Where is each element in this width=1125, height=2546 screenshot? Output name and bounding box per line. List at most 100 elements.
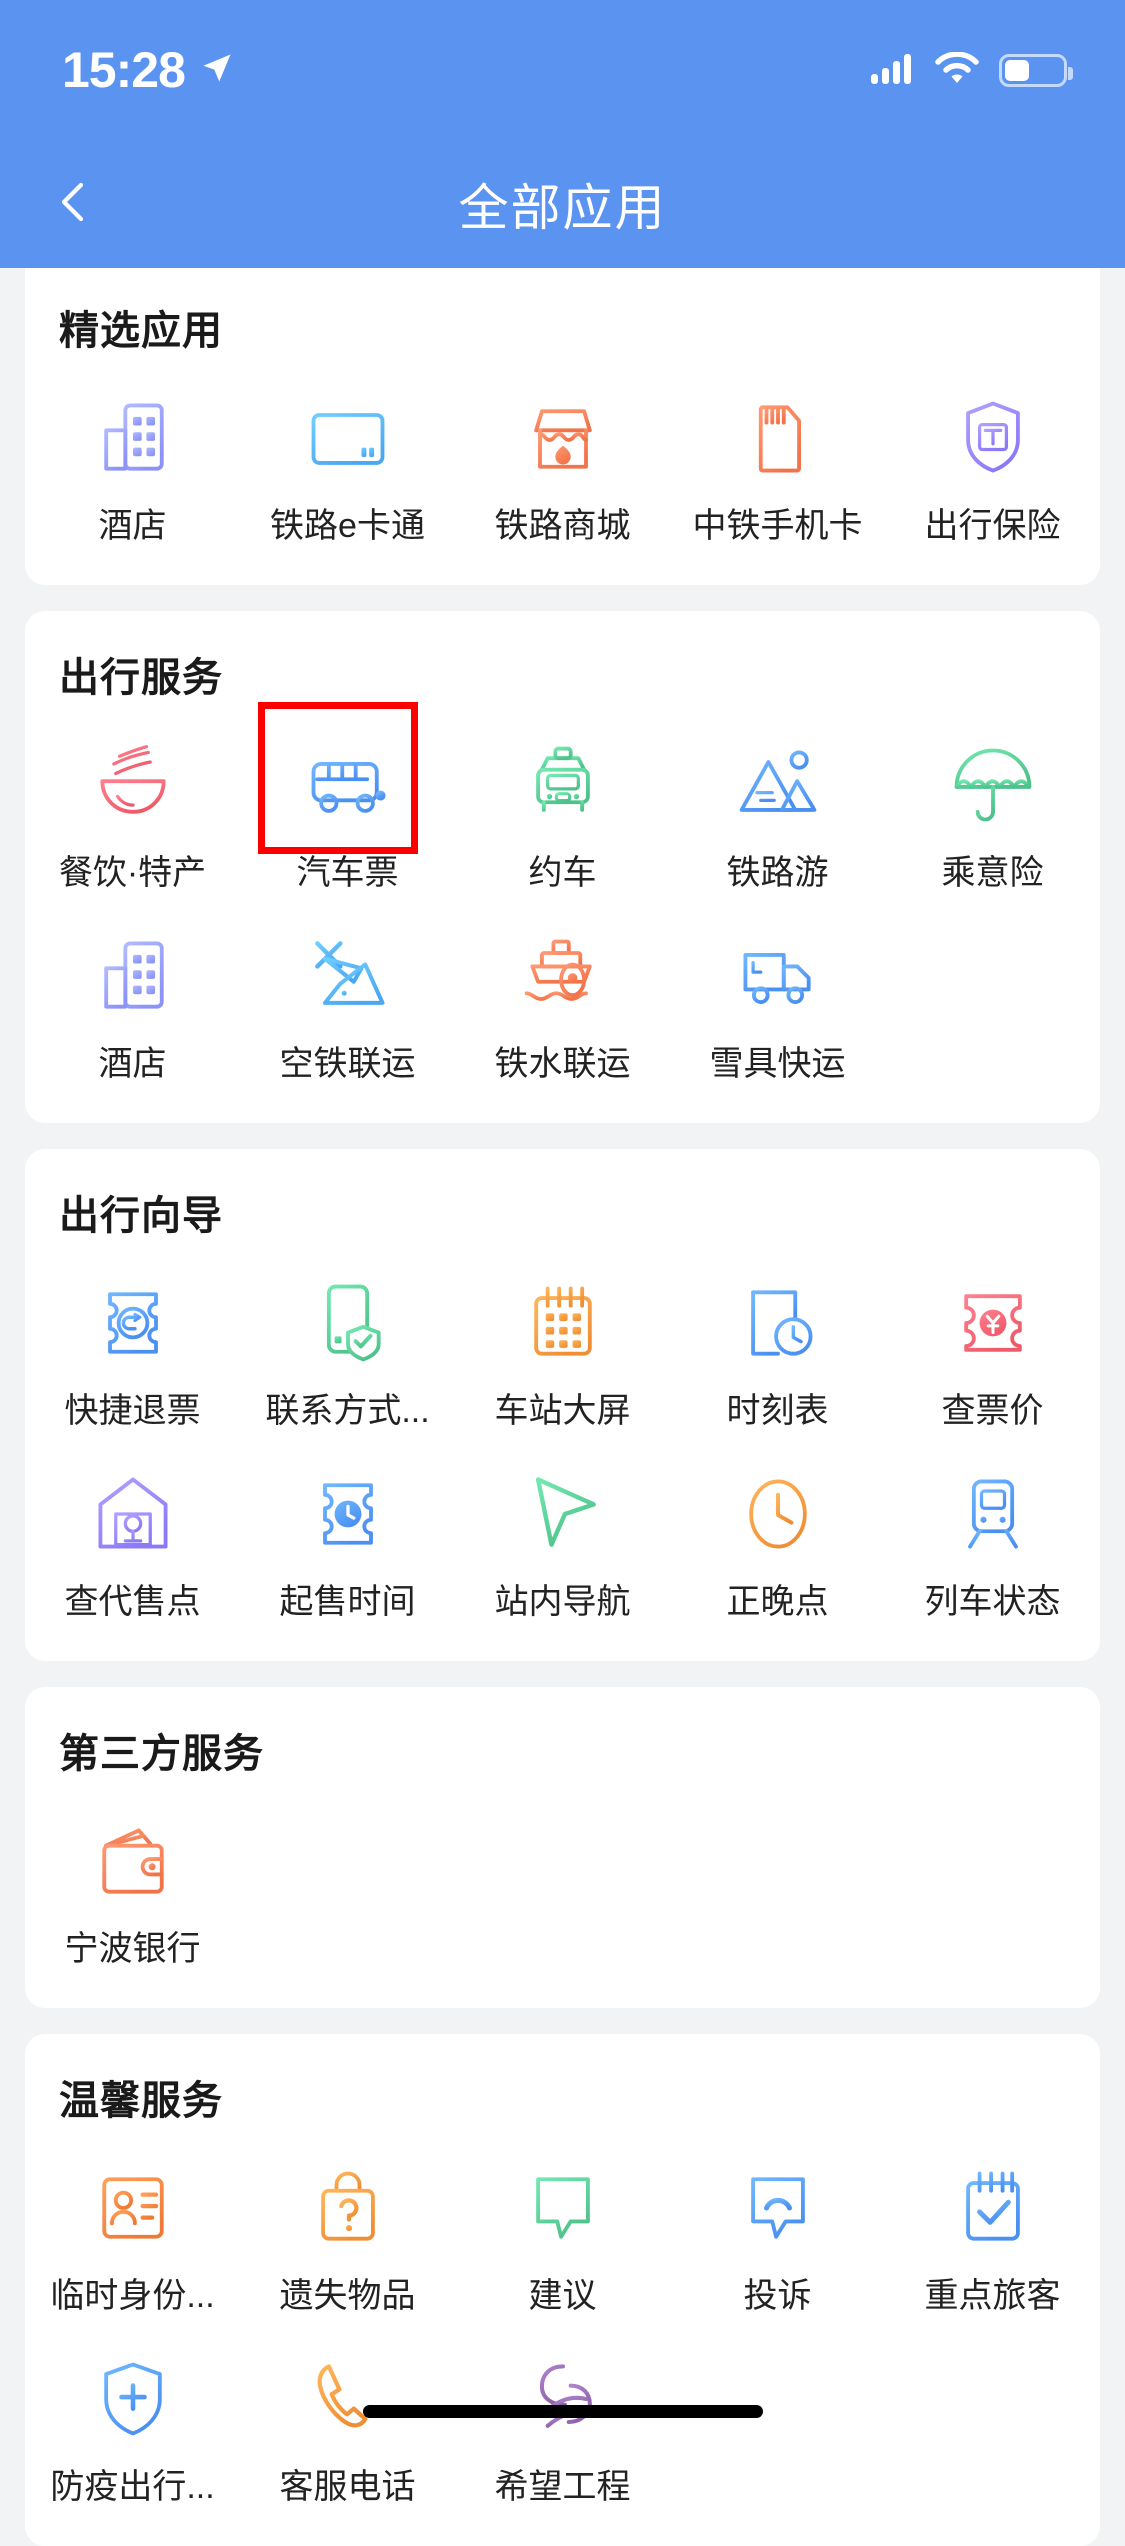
app-item-label: 建议 <box>528 2277 597 2315</box>
app-item-telephone[interactable]: 客服电话 <box>240 2327 455 2518</box>
timetable-clock-icon <box>732 1277 824 1369</box>
app-item-calendar-board[interactable]: 车站大屏 <box>455 1251 670 1442</box>
hotel-building-icon <box>87 930 179 1022</box>
app-item-ticket-clock[interactable]: 起售时间 <box>240 1442 455 1633</box>
phone-verified-icon <box>302 1277 394 1369</box>
app-item-complaint-bubble[interactable]: 投诉 <box>670 2136 885 2327</box>
app-item-label: 铁路商城 <box>494 507 631 545</box>
clock-icon <box>732 1468 824 1560</box>
app-section-card: 温馨服务 临时身份... 遗失物品 建议 投诉 重点旅客 防疫出行... 客服电话 希望工程 <box>25 2034 1100 2546</box>
train-icon <box>947 1468 1039 1560</box>
app-item-id-card[interactable]: 临时身份... <box>25 2136 240 2327</box>
app-item-label: 查代售点 <box>64 1583 201 1621</box>
app-item-ship[interactable]: 铁水联运 <box>455 904 670 1095</box>
app-item-hotel-building[interactable]: 酒店 <box>25 366 240 557</box>
app-item-taxi-car[interactable]: 约车 <box>455 713 670 904</box>
app-item-bank-card[interactable]: 铁路e卡通 <box>240 366 455 557</box>
section-title: 出行向导 <box>59 1194 223 1238</box>
app-item-ticket-price[interactable]: 查票价 <box>885 1251 1100 1442</box>
app-item-storefront[interactable]: 铁路商城 <box>455 366 670 557</box>
app-item-label: 宁波银行 <box>64 1930 201 1968</box>
app-section-card: 第三方服务宁波银行 <box>25 1687 1100 2008</box>
app-item-sim-card[interactable]: 中铁手机卡 <box>670 366 885 557</box>
wallet-icon <box>87 1815 179 1907</box>
app-item-umbrella[interactable]: 乘意险 <box>885 713 1100 904</box>
app-item-notepad-check[interactable]: 重点旅客 <box>885 2136 1100 2327</box>
app-section-card: 出行服务餐饮·特产 汽车票 约车 铁路游 乘意险酒店 空铁联运 铁水联运 雪具快运 <box>25 611 1100 1123</box>
hotel-building-icon <box>87 392 179 484</box>
health-shield-icon <box>87 2353 179 2445</box>
app-item-label: 铁路e卡通 <box>270 507 425 545</box>
app-item-label: 时刻表 <box>726 1392 829 1430</box>
sim-card-icon <box>732 392 824 484</box>
app-item-label: 铁水联运 <box>494 1045 631 1083</box>
app-item-label: 约车 <box>528 854 597 892</box>
app-item-label: 餐饮·特产 <box>58 854 207 892</box>
ship-icon <box>517 930 609 1022</box>
app-item-airplane-rail[interactable]: 空铁联运 <box>240 904 455 1095</box>
app-item-navigation-cursor[interactable]: 站内导航 <box>455 1442 670 1633</box>
umbrella-icon <box>947 739 1039 831</box>
app-item-label: 空铁联运 <box>279 1045 416 1083</box>
app-item-agency-house[interactable]: 查代售点 <box>25 1442 240 1633</box>
app-icon-grid: 快捷退票 联系方式... 车站大屏 时刻表 查票价查代售点 起售时间 站内导航 正晚点 列车状态 <box>25 1251 1100 1633</box>
app-item-label: 汽车票 <box>296 854 399 892</box>
taxi-car-icon <box>517 739 609 831</box>
app-item-suggestion-bubble[interactable]: 建议 <box>455 2136 670 2327</box>
airplane-rail-icon <box>302 930 394 1022</box>
app-item-wallet[interactable]: 宁波银行 <box>25 1789 240 1980</box>
app-item-hotel-building[interactable]: 酒店 <box>25 904 240 1095</box>
app-item-label: 投诉 <box>743 2277 812 2315</box>
app-item-label: 铁路游 <box>726 854 829 892</box>
hope-project-logo-icon <box>517 2353 609 2445</box>
app-item-phone-verified[interactable]: 联系方式... <box>240 1251 455 1442</box>
status-bar-clock: 15:28 <box>62 42 186 98</box>
app-item-label: 临时身份... <box>50 2277 215 2315</box>
app-item-mountains[interactable]: 铁路游 <box>670 713 885 904</box>
app-item-shield-insurance[interactable]: 出行保险 <box>885 366 1100 557</box>
app-item-label: 起售时间 <box>279 1583 416 1621</box>
status-bar-right <box>871 50 1073 89</box>
battery-icon <box>999 53 1073 87</box>
app-item-refund-ticket[interactable]: 快捷退票 <box>25 1251 240 1442</box>
app-item-hope-project-logo[interactable]: 希望工程 <box>455 2327 670 2518</box>
page-title: 全部应用 <box>458 180 667 236</box>
app-item-label: 乘意险 <box>941 854 1044 892</box>
app-item-delivery-truck[interactable]: 雪具快运 <box>670 904 885 1095</box>
bank-card-icon <box>302 392 394 484</box>
navigation-cursor-icon <box>517 1468 609 1560</box>
app-item-bus[interactable]: 汽车票 <box>240 713 455 904</box>
app-list-scroll-area[interactable]: 精选应用 酒店 铁路e卡通 铁路商城 中铁手机卡 出行保险 出行服务 餐饮·特产 汽车票 约车 铁路… <box>0 268 1125 2546</box>
back-button[interactable] <box>36 166 112 242</box>
app-item-label: 遗失物品 <box>279 2277 416 2315</box>
ticket-price-icon <box>947 1277 1039 1369</box>
app-icon-grid: 酒店 铁路e卡通 铁路商城 中铁手机卡 出行保险 <box>25 366 1100 557</box>
app-item-label: 站内导航 <box>494 1583 631 1621</box>
app-item-label: 重点旅客 <box>924 2277 1061 2315</box>
app-item-clock[interactable]: 正晚点 <box>670 1442 885 1633</box>
app-section-card: 出行向导快捷退票 联系方式... 车站大屏 时刻表 查票价查代售点 起售时间 站内导航 正晚点… <box>25 1149 1100 1661</box>
shield-insurance-icon <box>947 392 1039 484</box>
app-section-card: 精选应用 酒店 铁路e卡通 铁路商城 中铁手机卡 出行保险 <box>25 268 1100 585</box>
refund-ticket-icon <box>87 1277 179 1369</box>
app-item-label: 联系方式... <box>265 1392 430 1430</box>
app-icon-grid: 宁波银行 <box>25 1789 1100 1980</box>
telephone-icon <box>302 2353 394 2445</box>
app-item-label: 正晚点 <box>726 1583 829 1621</box>
ticket-clock-icon <box>302 1468 394 1560</box>
app-item-health-shield[interactable]: 防疫出行... <box>25 2327 240 2518</box>
bus-icon <box>302 739 394 831</box>
section-title: 出行服务 <box>59 656 223 700</box>
app-item-lost-bag-question[interactable]: 遗失物品 <box>240 2136 455 2327</box>
app-item-noodle-bowl[interactable]: 餐饮·特产 <box>25 713 240 904</box>
section-title: 第三方服务 <box>59 1732 264 1776</box>
agency-house-icon <box>87 1468 179 1560</box>
storefront-icon <box>517 392 609 484</box>
app-item-train[interactable]: 列车状态 <box>885 1442 1100 1633</box>
cellular-signal-icon <box>871 52 915 89</box>
chevron-left-icon <box>50 178 98 231</box>
mountains-icon <box>732 739 824 831</box>
app-item-label: 酒店 <box>98 507 167 545</box>
app-item-label: 查票价 <box>941 1392 1044 1430</box>
app-item-timetable-clock[interactable]: 时刻表 <box>670 1251 885 1442</box>
